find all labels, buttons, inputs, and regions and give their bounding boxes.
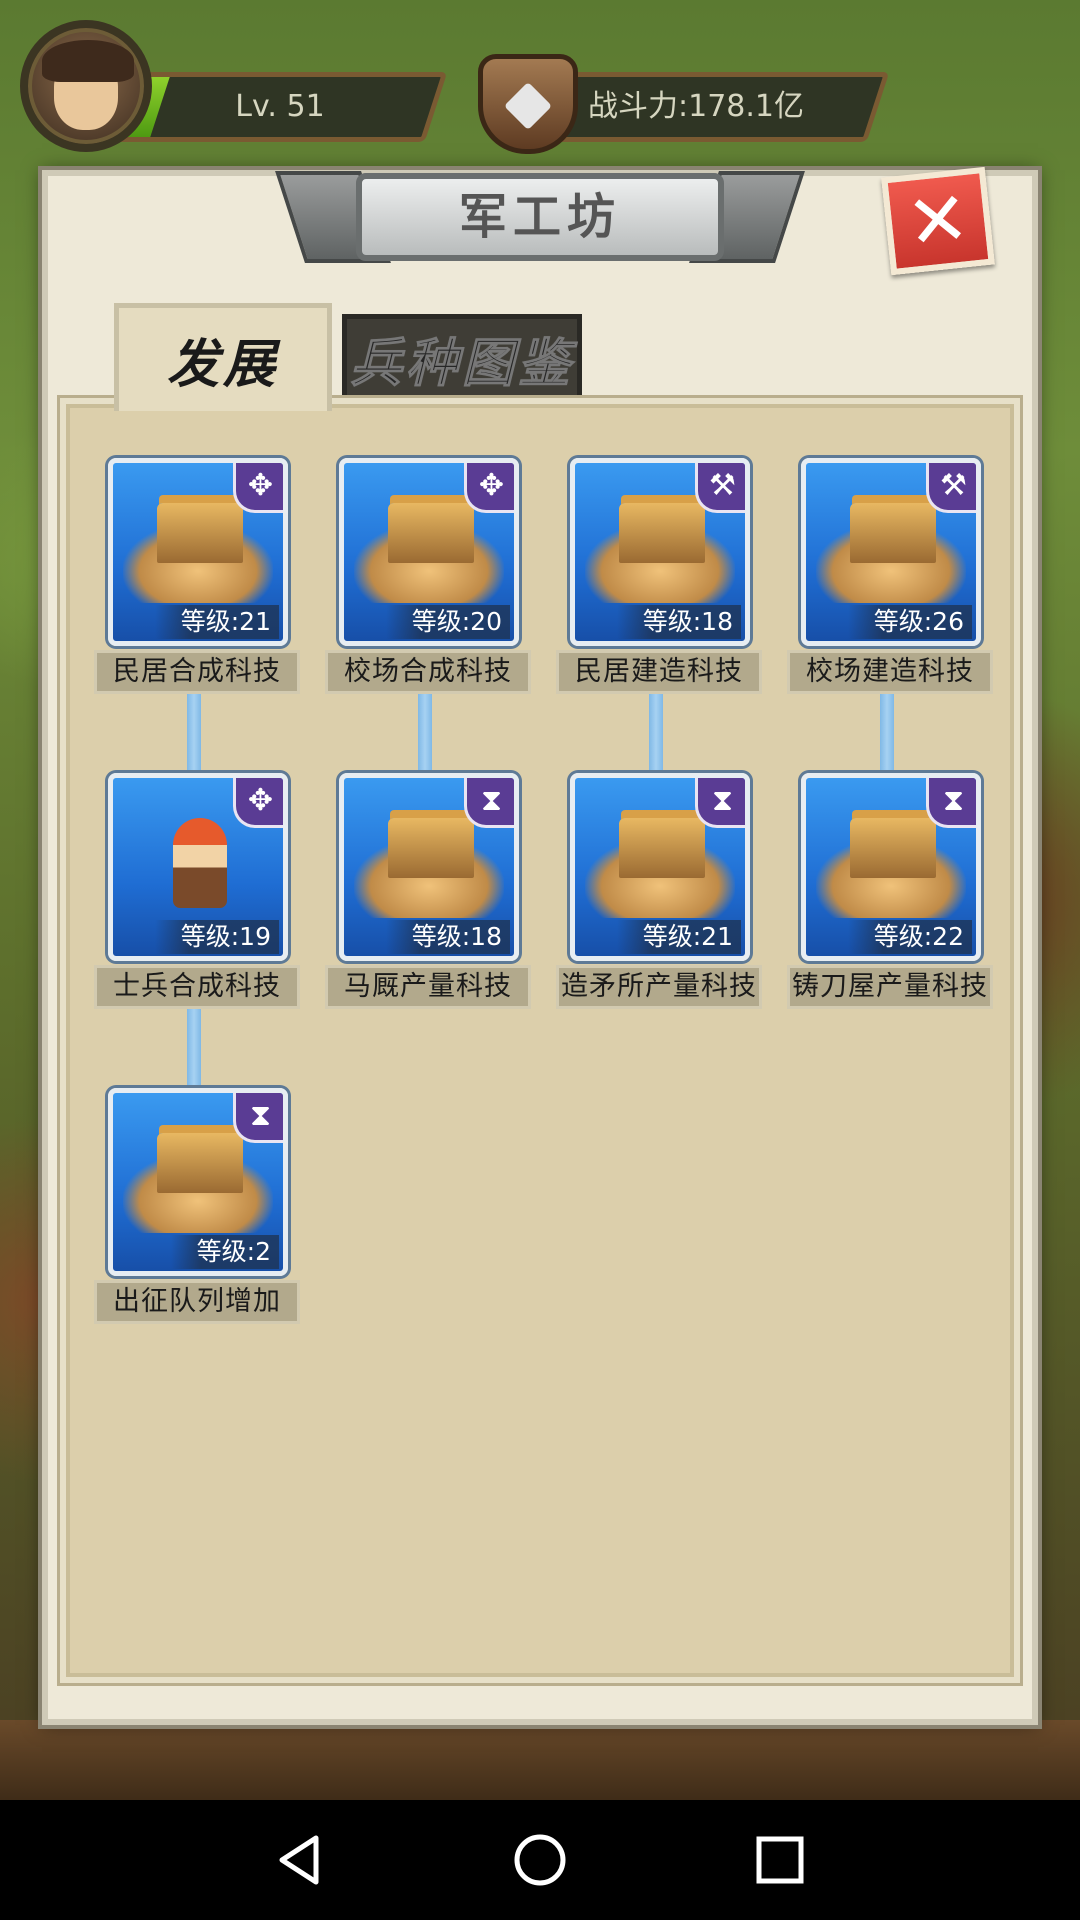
tech-level: 等级:18: [616, 605, 741, 639]
tech-node-blade-output[interactable]: ⧗ 等级:22 铸刀屋产量科技: [787, 773, 993, 1013]
tech-card: ⚒ 等级:18: [570, 458, 750, 646]
tech-level: 等级:18: [385, 920, 510, 954]
tech-level: 等级:2: [170, 1235, 279, 1269]
tech-node-drillground-build[interactable]: ⚒ 等级:26 校场建造科技: [787, 458, 993, 698]
home-circle-icon[interactable]: [510, 1830, 570, 1890]
power-emblem-icon: [478, 54, 578, 154]
hammer-icon: ⚒: [695, 463, 745, 513]
recent-square-icon[interactable]: [750, 1830, 810, 1890]
tech-connector: [880, 690, 894, 770]
system-navbar: [0, 1800, 1080, 1920]
merge-icon: ✥: [233, 463, 283, 513]
tab-development[interactable]: 发展: [114, 303, 332, 411]
tech-node-march-queue[interactable]: ⧗ 等级:2 出征队列增加: [94, 1088, 300, 1328]
tech-name: 铸刀屋产量科技: [787, 965, 993, 1009]
tech-card: ⧗ 等级:18: [339, 773, 519, 961]
hourglass-icon: ⧗: [233, 1093, 283, 1143]
tech-node-spear-output[interactable]: ⧗ 等级:21 造矛所产量科技: [556, 773, 762, 1013]
tech-card: ✥ 等级:20: [339, 458, 519, 646]
hammer-icon: ⚒: [926, 463, 976, 513]
combat-power: 战斗力:178.1亿: [588, 89, 804, 124]
avatar-hair: [42, 40, 134, 82]
tech-level: 等级:19: [154, 920, 279, 954]
merge-icon: ✥: [233, 778, 283, 828]
tech-name: 出征队列增加: [94, 1280, 300, 1324]
hourglass-icon: ⧗: [926, 778, 976, 828]
game-bottom-strip: [0, 1720, 1080, 1800]
tech-name: 士兵合成科技: [94, 965, 300, 1009]
tech-name: 校场合成科技: [325, 650, 531, 694]
tech-card: ⧗ 等级:21: [570, 773, 750, 961]
tech-node-stable-output[interactable]: ⧗ 等级:18 马厩产量科技: [325, 773, 531, 1013]
hourglass-icon: ⧗: [464, 778, 514, 828]
close-x-icon: ✕: [902, 174, 974, 268]
tech-level: 等级:26: [847, 605, 972, 639]
tech-card: ⧗ 等级:22: [801, 773, 981, 961]
dialog-title-plate: 军工坊: [275, 163, 805, 273]
dialog-title: 军工坊: [356, 173, 724, 261]
tech-level: 等级:21: [154, 605, 279, 639]
tech-card: ✥ 等级:19: [108, 773, 288, 961]
back-triangle-icon[interactable]: [270, 1830, 330, 1890]
tech-level: 等级:21: [616, 920, 741, 954]
tech-connector: [418, 690, 432, 770]
player-avatar[interactable]: [20, 20, 152, 152]
tech-level: 等级:20: [385, 605, 510, 639]
tech-name: 民居建造科技: [556, 650, 762, 694]
tech-node-residence-build[interactable]: ⚒ 等级:18 民居建造科技: [556, 458, 762, 698]
tech-node-drillground-merge[interactable]: ✥ 等级:20 校场合成科技: [325, 458, 531, 698]
tech-level: 等级:22: [847, 920, 972, 954]
tech-connector: [187, 1005, 201, 1085]
close-button[interactable]: ✕: [881, 166, 995, 276]
merge-icon: ✥: [464, 463, 514, 513]
hourglass-icon: ⧗: [695, 778, 745, 828]
tab-label: 发展: [166, 335, 279, 395]
tech-node-soldier-merge[interactable]: ✥ 等级:19 士兵合成科技: [94, 773, 300, 1013]
tech-name: 造矛所产量科技: [556, 965, 762, 1009]
tech-card: ⧗ 等级:2: [108, 1088, 288, 1276]
tab-label: 兵种图鉴: [349, 333, 574, 394]
tech-name: 马厩产量科技: [325, 965, 531, 1009]
tech-connector: [187, 690, 201, 770]
tech-connector: [649, 690, 663, 770]
tech-name: 校场建造科技: [787, 650, 993, 694]
tab-unit-codex[interactable]: 兵种图鉴: [342, 314, 582, 402]
tech-card: ⚒ 等级:26: [801, 458, 981, 646]
player-level: Lv. 51: [235, 89, 325, 124]
tech-name: 民居合成科技: [94, 650, 300, 694]
tech-card: ✥ 等级:21: [108, 458, 288, 646]
tech-node-residence-merge[interactable]: ✥ 等级:21 民居合成科技: [94, 458, 300, 698]
